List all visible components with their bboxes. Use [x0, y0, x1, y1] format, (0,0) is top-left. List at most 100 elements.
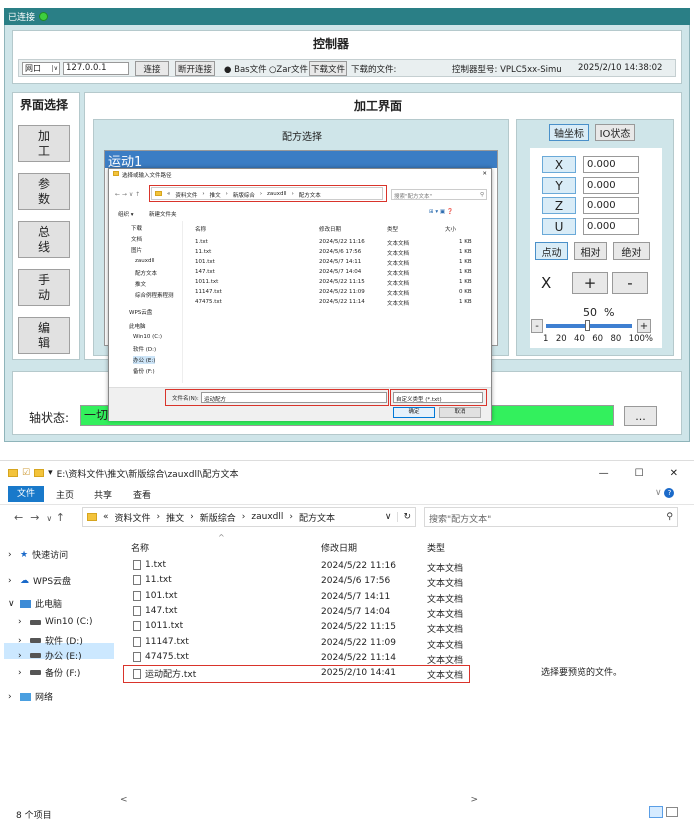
- nav-item-network[interactable]: › 网络: [8, 690, 53, 704]
- ribbon-view-tab[interactable]: 查看: [133, 488, 151, 501]
- speed-slider-thumb[interactable]: [585, 320, 590, 331]
- chevron-icon[interactable]: ›: [18, 617, 26, 627]
- tree-item[interactable]: 下载: [131, 224, 142, 232]
- ribbon-share-tab[interactable]: 共享: [94, 488, 112, 501]
- crumb[interactable]: zauxdll: [251, 512, 283, 522]
- sidebar-item-params[interactable]: 参 数: [18, 173, 70, 210]
- dialog-organize[interactable]: 组织 ▾: [118, 210, 134, 218]
- bas-radio[interactable]: ● Bas文件: [224, 63, 267, 75]
- tree-item[interactable]: zauxdll: [135, 258, 155, 264]
- crumb[interactable]: 配方文本: [299, 511, 335, 524]
- ribbon-file-tab[interactable]: 文件: [8, 486, 44, 502]
- close-icon[interactable]: ✕: [670, 468, 678, 479]
- nav-item-quick-access[interactable]: › ★ 快速访问: [8, 548, 68, 562]
- connect-button[interactable]: 连接: [135, 61, 169, 76]
- tree-item[interactable]: 配方文本: [135, 269, 157, 277]
- tree-item[interactable]: 图片: [131, 246, 142, 254]
- tree-item[interactable]: 文档: [131, 235, 142, 243]
- file-row[interactable]: 147.txt: [133, 605, 177, 616]
- nav-item-this-pc[interactable]: ∨ 此电脑: [8, 597, 62, 611]
- explorer-search[interactable]: 搜索"配方文本" ⚲: [424, 507, 678, 527]
- save-icon[interactable]: ☑: [22, 468, 30, 478]
- speed-minus-button[interactable]: -: [531, 319, 543, 333]
- chevron-icon[interactable]: ›: [18, 636, 26, 646]
- dialog-search[interactable]: 搜索"配方文本" ⚲: [391, 189, 487, 200]
- col-type[interactable]: 类型: [427, 541, 445, 554]
- tree-item[interactable]: 备份 (F:): [133, 367, 155, 375]
- dialog-file-name[interactable]: 1011.txt: [195, 279, 218, 285]
- tree-item[interactable]: 此电脑: [129, 322, 146, 330]
- tree-item[interactable]: Win10 (C:): [133, 334, 162, 340]
- explorer-address-bar[interactable]: «资料文件 › 推文 › 新版综合 › zauxdll › 配方文本 ∨ ↻: [82, 507, 416, 527]
- jog-minus-button[interactable]: -: [612, 272, 648, 294]
- crumb[interactable]: «: [103, 512, 109, 522]
- file-row[interactable]: 11147.txt: [133, 636, 189, 647]
- axis-button-x[interactable]: X: [542, 156, 576, 173]
- dialog-view-icons[interactable]: ⊞ ▾ ▣ ❓: [429, 209, 454, 215]
- chevron-icon[interactable]: ›: [18, 651, 26, 661]
- col-date[interactable]: 修改日期: [321, 541, 357, 554]
- nav-item-drive-f[interactable]: › 备份 (F:): [18, 666, 80, 680]
- file-row[interactable]: 11.txt: [133, 575, 172, 586]
- refresh-icon[interactable]: ↻: [397, 512, 411, 522]
- sidebar-item-manual[interactable]: 手 动: [18, 269, 70, 306]
- horizontal-scrollbar[interactable]: < >: [120, 795, 478, 805]
- tree-item[interactable]: 综合例程素程测: [135, 291, 174, 299]
- chevron-down-icon[interactable]: ∨: [385, 512, 392, 522]
- crumb[interactable]: 推文: [166, 511, 184, 524]
- details-view-icon[interactable]: [649, 806, 663, 818]
- absolute-mode-button[interactable]: 绝对: [613, 242, 650, 260]
- sidebar-item-edit[interactable]: 编 辑: [18, 317, 70, 354]
- minimize-icon[interactable]: —: [599, 468, 609, 479]
- dialog-file-name[interactable]: 1.txt: [195, 239, 208, 245]
- recipe-selected-row[interactable]: 运动1: [105, 151, 497, 170]
- nav-item-drive-e[interactable]: › 办公 (E:): [18, 649, 82, 663]
- col-type[interactable]: 类型: [387, 225, 398, 233]
- nav-item-drive-d[interactable]: › 软件 (D:): [18, 634, 83, 648]
- tree-item[interactable]: WPS云盘: [129, 308, 152, 316]
- crumb[interactable]: 资料文件: [115, 511, 151, 524]
- chevron-icon[interactable]: ›: [18, 668, 26, 678]
- more-button[interactable]: ...: [624, 406, 657, 426]
- nav-item-drive-c[interactable]: › Win10 (C:): [18, 617, 93, 627]
- help-icon[interactable]: ∨ ?: [655, 488, 675, 498]
- file-row[interactable]: 运动配方.txt: [133, 667, 196, 680]
- explorer-nav-arrows[interactable]: ← → ∨ ↑: [14, 511, 65, 524]
- speed-plus-button[interactable]: +: [637, 319, 651, 333]
- ok-button[interactable]: 确定: [393, 407, 435, 418]
- col-date[interactable]: 修改日期: [319, 225, 341, 233]
- tab-io[interactable]: IO状态: [595, 124, 635, 141]
- dialog-file-name[interactable]: 11147.txt: [195, 289, 222, 295]
- dialog-nav-arrows[interactable]: ← → ∨ ↑: [115, 191, 140, 198]
- download-button[interactable]: 下载文件: [309, 61, 347, 76]
- port-type-select[interactable]: 网口 ∨: [22, 62, 60, 75]
- file-row[interactable]: 47475.txt: [133, 651, 189, 662]
- chevron-icon[interactable]: ›: [8, 692, 16, 702]
- dialog-file-name[interactable]: 11.txt: [195, 249, 211, 255]
- dialog-new-folder[interactable]: 新建文件夹: [149, 210, 177, 218]
- jog-mode-button[interactable]: 点动: [535, 242, 568, 260]
- zar-radio[interactable]: ○Zar文件: [269, 63, 308, 75]
- chevron-icon[interactable]: ›: [8, 550, 16, 560]
- dialog-file-name[interactable]: 147.txt: [195, 269, 215, 275]
- col-name[interactable]: 名称: [195, 225, 206, 233]
- file-row[interactable]: 1011.txt: [133, 621, 183, 632]
- jog-plus-button[interactable]: +: [572, 272, 608, 294]
- maximize-icon[interactable]: ☐: [635, 468, 644, 479]
- chevron-icon[interactable]: ∨: [8, 599, 16, 609]
- nav-item-wps-cloud[interactable]: › ☁ WPS云盘: [8, 574, 71, 588]
- qa-chevron-icon[interactable]: ▾: [48, 468, 53, 478]
- tab-axis[interactable]: 轴坐标: [549, 124, 589, 141]
- relative-mode-button[interactable]: 相对: [574, 242, 607, 260]
- tree-item[interactable]: 软件 (D:): [133, 345, 156, 353]
- crumb[interactable]: 新版综合: [200, 511, 236, 524]
- axis-button-u[interactable]: U: [542, 218, 576, 235]
- sidebar-item-process[interactable]: 加 工: [18, 125, 70, 162]
- tree-item[interactable]: 推文: [135, 280, 146, 288]
- col-name[interactable]: 名称: [131, 541, 149, 554]
- close-icon[interactable]: ✕: [482, 171, 487, 178]
- file-row[interactable]: 101.txt: [133, 590, 177, 601]
- cancel-button[interactable]: 取消: [439, 407, 481, 418]
- ribbon-home-tab[interactable]: 主页: [56, 488, 74, 501]
- tiles-view-icon[interactable]: [666, 807, 678, 817]
